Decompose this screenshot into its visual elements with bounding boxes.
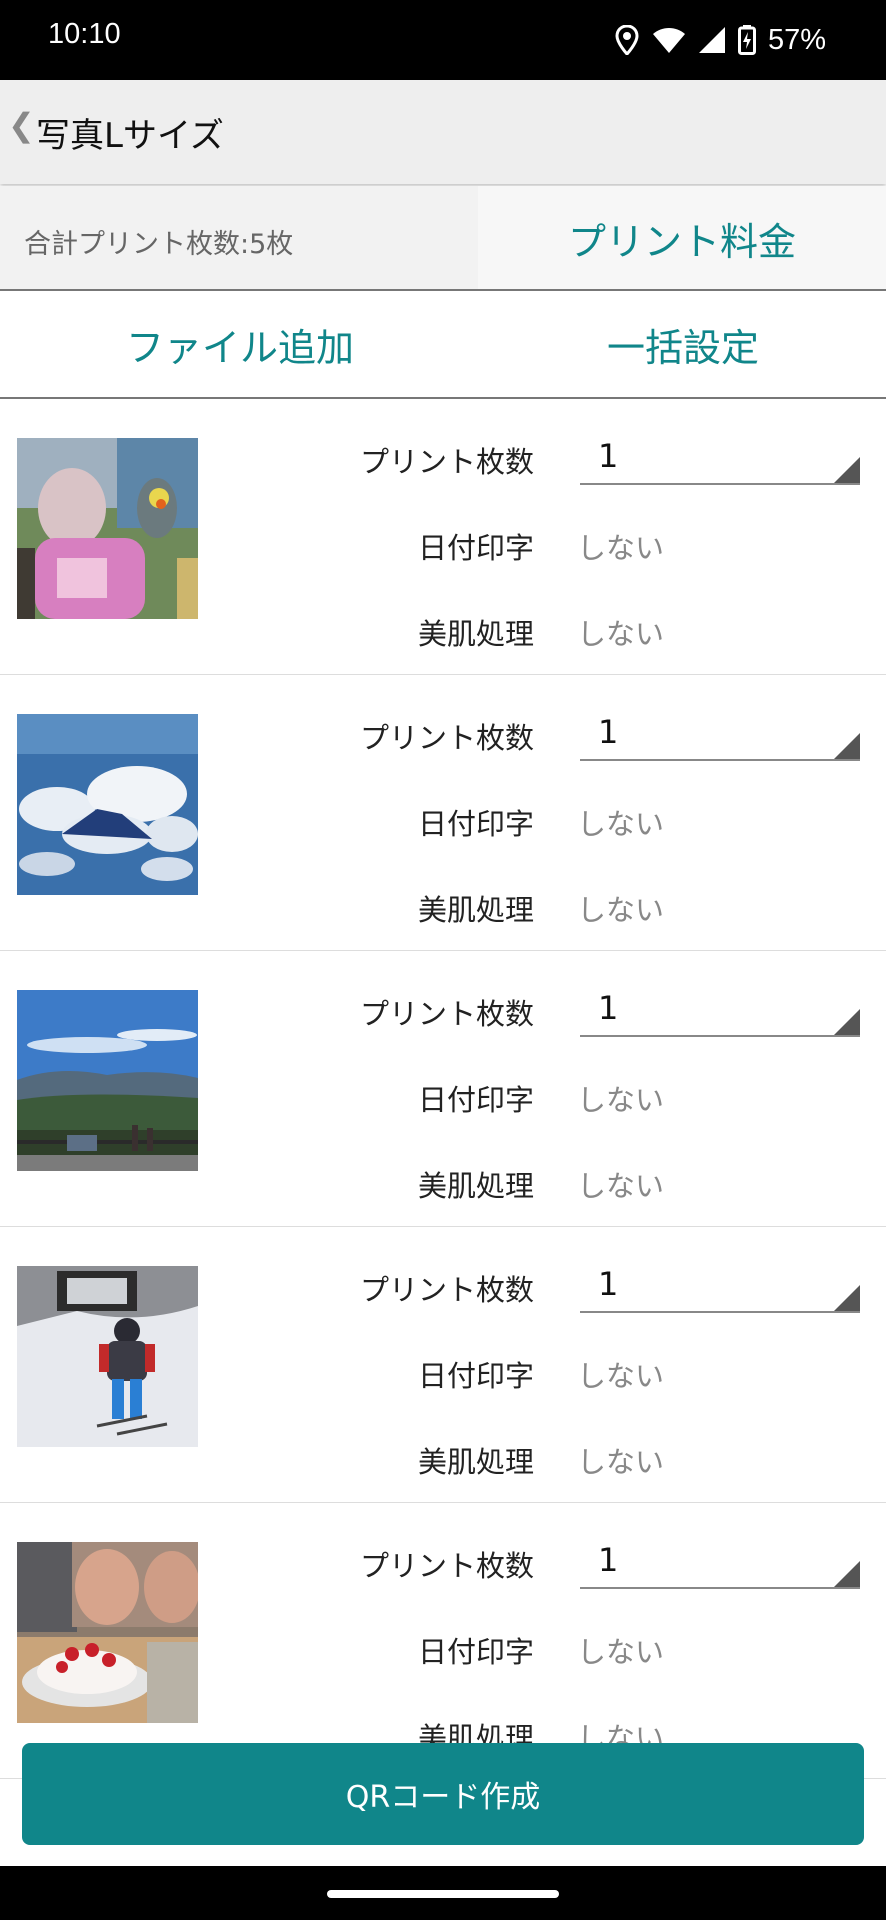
dropdown-triangle-icon	[834, 457, 860, 483]
skin-label: 美肌処理	[417, 1169, 534, 1203]
print-count-label: プリント枚数	[359, 721, 534, 755]
signal-icon	[698, 27, 725, 53]
photo-item: プリント枚数 1 日付印字 しない 美肌処理 しない	[0, 1227, 886, 1503]
date-print-value[interactable]: しない	[577, 1353, 664, 1395]
location-icon	[615, 25, 639, 55]
create-qr-code-button[interactable]: QRコード作成	[22, 1743, 864, 1845]
photo-thumbnail[interactable]	[17, 1266, 198, 1447]
bulk-settings-button[interactable]: 一括設定	[480, 291, 886, 397]
skin-label: 美肌処理	[417, 617, 534, 651]
print-count-label: プリント枚数	[359, 1549, 534, 1583]
total-print-count: 合計プリント枚数:5枚	[24, 229, 294, 260]
dropdown-triangle-icon	[834, 1009, 860, 1035]
print-count-value: 1	[598, 437, 619, 475]
action-bar: ファイル追加 一括設定	[0, 291, 886, 397]
photo-thumbnail[interactable]	[17, 990, 198, 1171]
date-print-label: 日付印字	[417, 1083, 534, 1117]
print-count-value: 1	[598, 1265, 619, 1303]
system-nav-bar	[0, 1866, 886, 1920]
status-time: 10:10	[48, 18, 121, 50]
app-bar: ❮ 写真Lサイズ	[0, 80, 886, 184]
print-count-dropdown[interactable]: 1	[580, 437, 860, 485]
add-file-button[interactable]: ファイル追加	[0, 291, 480, 397]
print-count-dropdown[interactable]: 1	[580, 989, 860, 1037]
dropdown-triangle-icon	[834, 1561, 860, 1587]
skin-value[interactable]: しない	[577, 1439, 664, 1481]
date-print-value[interactable]: しない	[577, 801, 664, 843]
summary-bar: 合計プリント枚数:5枚 プリント料金	[0, 186, 886, 290]
date-print-label: 日付印字	[417, 807, 534, 841]
print-count-value: 1	[598, 1541, 619, 1579]
skin-value[interactable]: しない	[577, 887, 664, 929]
date-print-value[interactable]: しない	[577, 525, 664, 567]
photo-item: プリント枚数 1 日付印字 しない 美肌処理 しない	[0, 399, 886, 675]
skin-label: 美肌処理	[417, 1445, 534, 1479]
photo-thumbnail[interactable]	[17, 438, 198, 619]
home-gesture-handle[interactable]	[327, 1890, 559, 1898]
page-title: 写真Lサイズ	[36, 116, 224, 156]
photo-item: プリント枚数 1 日付印字 しない 美肌処理 しない	[0, 675, 886, 951]
photo-thumbnail[interactable]	[17, 714, 198, 895]
print-count-label: プリント枚数	[359, 997, 534, 1031]
date-print-label: 日付印字	[417, 1359, 534, 1393]
dropdown-triangle-icon	[834, 1285, 860, 1311]
date-print-value[interactable]: しない	[577, 1629, 664, 1671]
photo-item: プリント枚数 1 日付印字 しない 美肌処理 しない	[0, 951, 886, 1227]
back-arrow-icon[interactable]: ❮	[8, 106, 35, 144]
battery-percent: 57%	[767, 23, 826, 56]
print-count-label: プリント枚数	[359, 445, 534, 479]
date-print-label: 日付印字	[417, 1635, 534, 1669]
print-count-dropdown[interactable]: 1	[580, 1265, 860, 1313]
print-count-label: プリント枚数	[359, 1273, 534, 1307]
print-count-dropdown[interactable]: 1	[580, 713, 860, 761]
print-count-value: 1	[598, 989, 619, 1027]
photo-thumbnail[interactable]	[17, 1542, 198, 1723]
print-count-dropdown[interactable]: 1	[580, 1541, 860, 1589]
skin-value[interactable]: しない	[577, 611, 664, 653]
date-print-label: 日付印字	[417, 531, 534, 565]
dropdown-triangle-icon	[834, 733, 860, 759]
skin-label: 美肌処理	[417, 893, 534, 927]
status-bar: 10:10 57%	[0, 0, 886, 80]
date-print-value[interactable]: しない	[577, 1077, 664, 1119]
battery-charging-icon	[737, 25, 756, 55]
status-icons: 57%	[614, 16, 826, 64]
print-price-button[interactable]: プリント料金	[478, 186, 886, 290]
photo-item: プリント枚数 1 日付印字 しない 美肌処理 しない	[0, 1503, 886, 1779]
wifi-icon	[652, 28, 685, 53]
print-count-value: 1	[598, 713, 619, 751]
skin-value[interactable]: しない	[577, 1163, 664, 1205]
photo-list[interactable]: プリント枚数 1 日付印字 しない 美肌処理 しない プリント枚数 1 日付印字…	[0, 399, 886, 1864]
